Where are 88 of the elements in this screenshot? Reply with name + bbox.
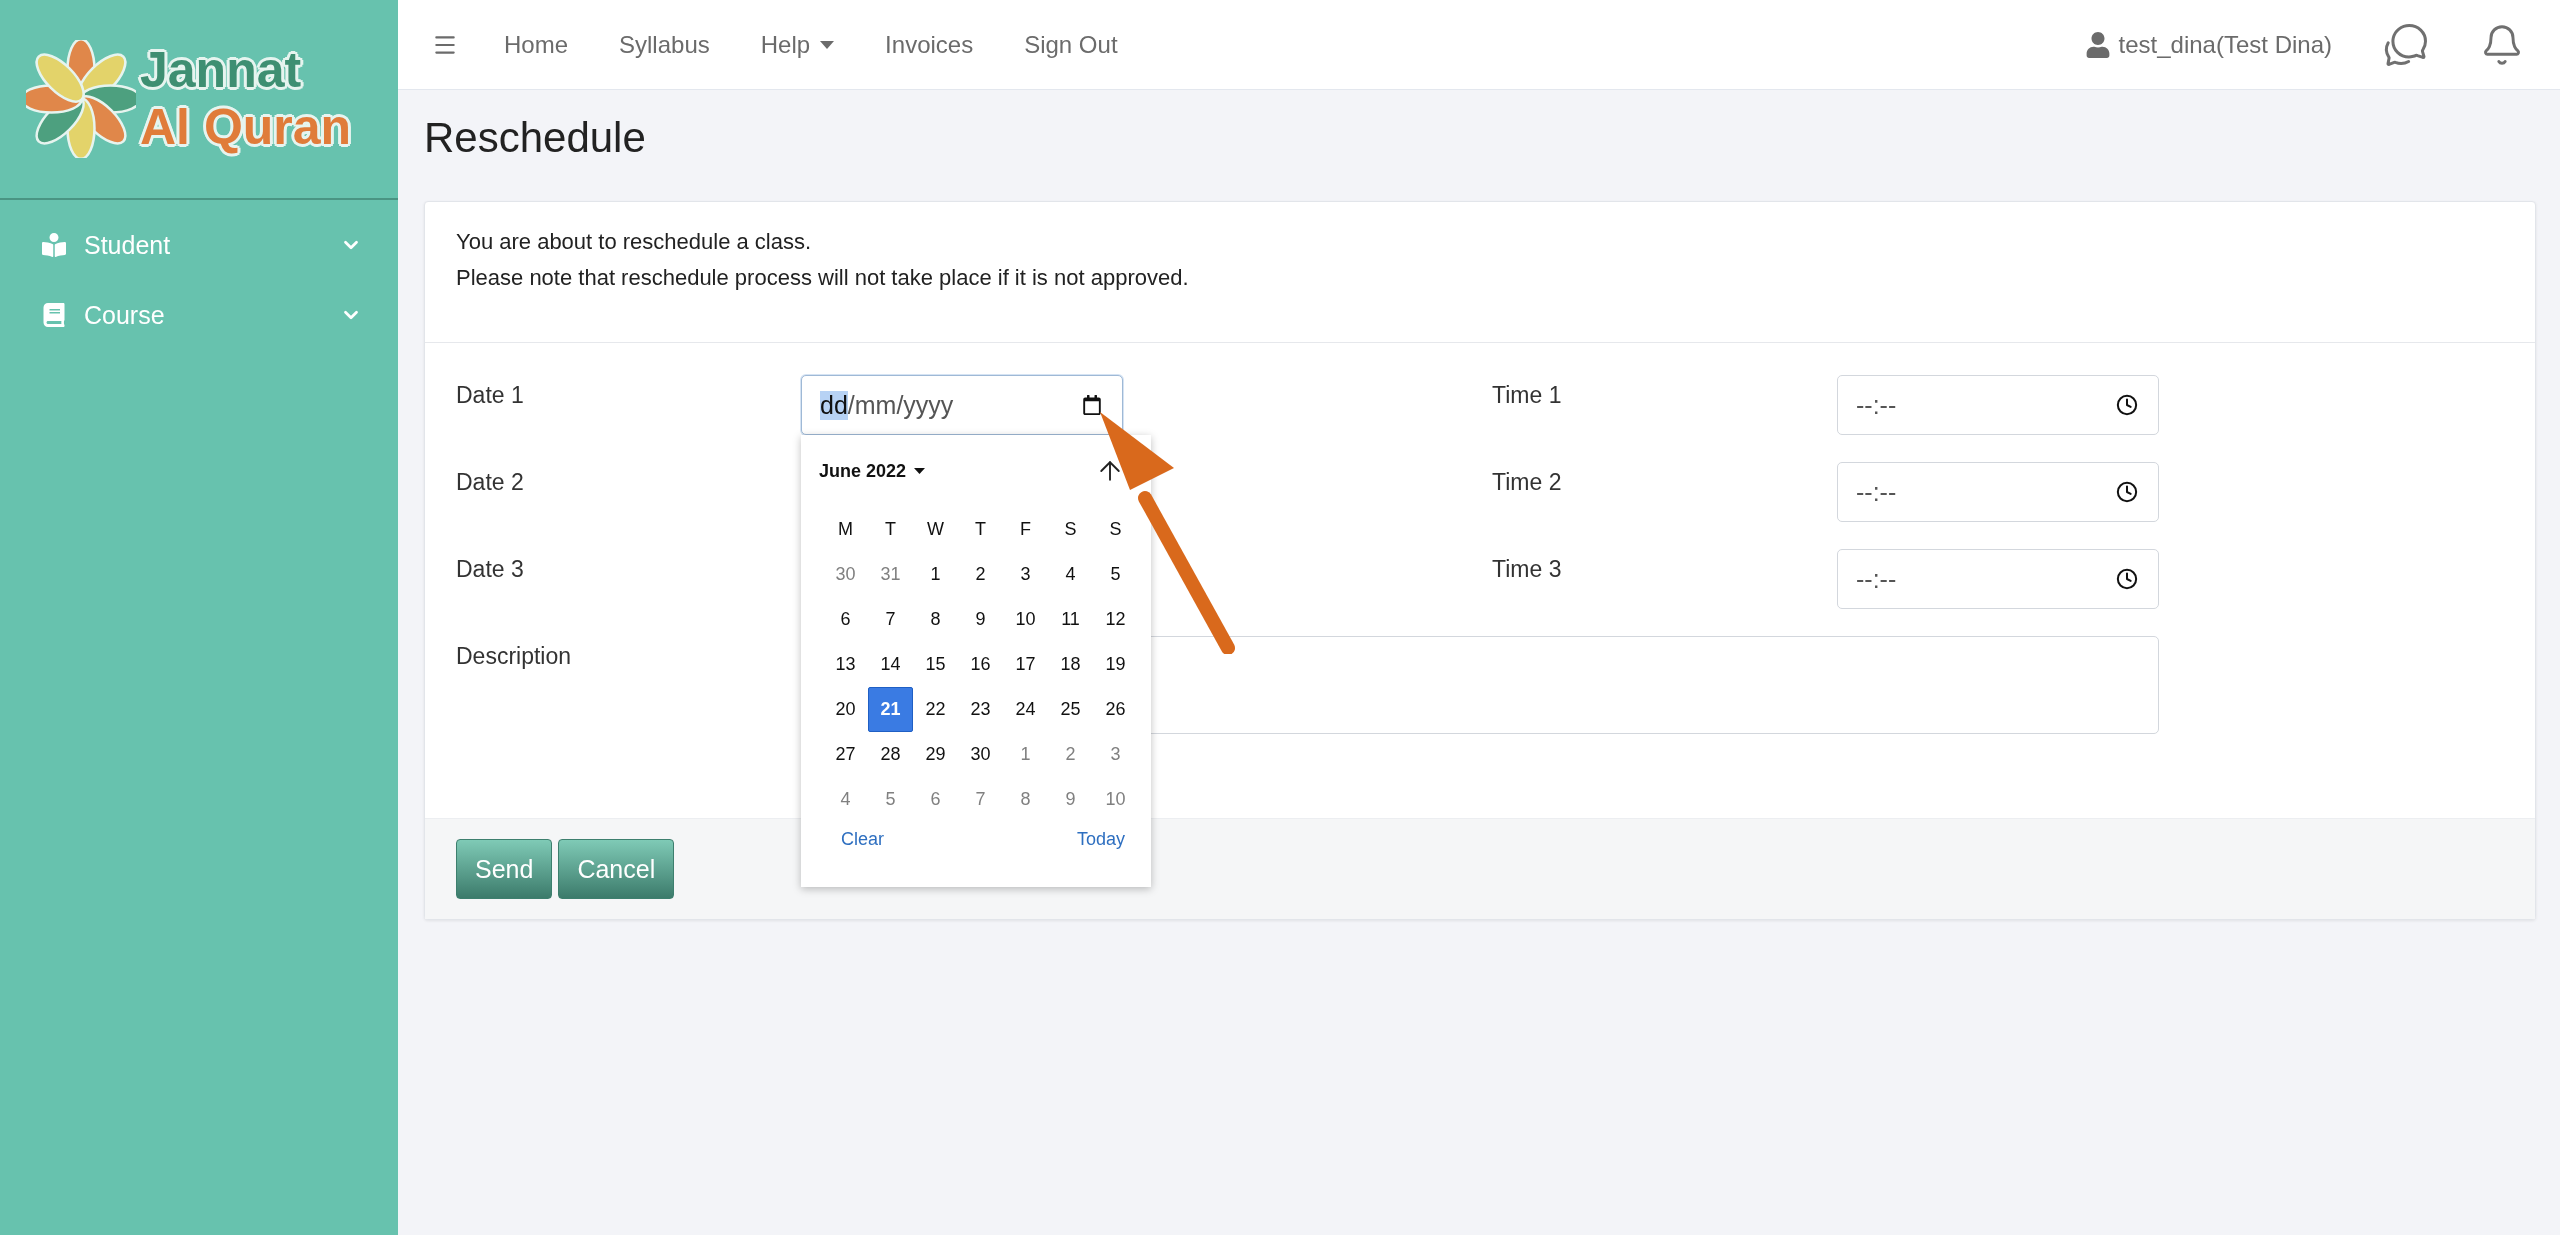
- calendar-day[interactable]: 16: [958, 642, 1003, 687]
- caret-icon: [914, 468, 926, 474]
- calendar-day[interactable]: 1: [913, 552, 958, 597]
- calendar-day[interactable]: 6: [823, 597, 868, 642]
- calendar-day[interactable]: 4: [1048, 552, 1093, 597]
- calendar-icon[interactable]: [1082, 395, 1102, 415]
- calendar-day[interactable]: 14: [868, 642, 913, 687]
- calendar-day[interactable]: 27: [823, 732, 868, 777]
- user-icon: [2084, 31, 2111, 58]
- logo-text: Jannat: [139, 41, 303, 99]
- calendar-day[interactable]: 11: [1048, 597, 1093, 642]
- calendar-day[interactable]: 9: [1048, 777, 1093, 822]
- calendar-day[interactable]: 10: [1003, 597, 1048, 642]
- calendar-day[interactable]: 30: [958, 732, 1003, 777]
- calendar-day[interactable]: 24: [1003, 687, 1048, 732]
- description-label: Description: [456, 642, 573, 670]
- nav-link[interactable]: Sign Out: [1024, 30, 1118, 59]
- page-title: Reschedule: [424, 113, 647, 163]
- date-field[interactable]: dd/mm/yyyy: [801, 375, 1123, 435]
- calendar-day[interactable]: 12: [1093, 597, 1138, 642]
- date-part-text: /mm/yyyy: [847, 390, 954, 420]
- calendar-day[interactable]: 28: [868, 732, 913, 777]
- date-label: Date 1: [456, 381, 525, 409]
- date-part-text: dd: [820, 390, 848, 420]
- calendar-day[interactable]: 13: [823, 642, 868, 687]
- intro-text: Please note that reschedule process will not take place if it is not approved.: [456, 264, 1190, 292]
- calendar-day[interactable]: 29: [913, 732, 958, 777]
- weekday-label: W: [926, 518, 945, 541]
- reader-icon: [42, 233, 66, 257]
- time-field[interactable]: --:--: [1837, 549, 2159, 609]
- calendar-day[interactable]: 15: [913, 642, 958, 687]
- calendar-day[interactable]: 2: [1048, 732, 1093, 777]
- time-label: Time 3: [1492, 555, 1563, 583]
- caret-icon: [820, 40, 835, 49]
- intro-text: You are about to reschedule a class.: [456, 228, 813, 256]
- calendar-day[interactable]: 4: [823, 777, 868, 822]
- calendar-day[interactable]: 7: [958, 777, 1003, 822]
- calendar-day[interactable]: 30: [823, 552, 868, 597]
- date-label: Date 2: [456, 468, 525, 496]
- logo-text: Al Quran: [139, 99, 353, 157]
- calendar-day[interactable]: 19: [1093, 642, 1138, 687]
- calendar-day[interactable]: 8: [1003, 777, 1048, 822]
- book-icon: [42, 303, 66, 327]
- user-link[interactable]: test_dina(Test Dina): [2084, 30, 2332, 59]
- calendar-day[interactable]: 3: [1003, 552, 1048, 597]
- calendar-day[interactable]: 2: [958, 552, 1003, 597]
- calendar-day[interactable]: 31: [868, 552, 913, 597]
- weekday-label: T: [884, 518, 897, 541]
- clock-icon: [2116, 394, 2138, 416]
- time-label: Time 1: [1492, 381, 1563, 409]
- month-selector[interactable]: June 2022: [819, 460, 926, 482]
- time-field[interactable]: --:--: [1837, 375, 2159, 435]
- calendar-link[interactable]: Clear: [841, 829, 884, 850]
- calendar-day[interactable]: 21: [868, 687, 913, 732]
- weekday-label: M: [837, 518, 854, 541]
- weekday-label: F: [1019, 518, 1032, 541]
- clock-icon: [2116, 481, 2138, 503]
- calendar-day[interactable]: 20: [823, 687, 868, 732]
- time-field[interactable]: --:--: [1837, 462, 2159, 522]
- clock-icon: [2116, 568, 2138, 590]
- weekday-label: T: [974, 518, 987, 541]
- calendar-day[interactable]: 1: [1003, 732, 1048, 777]
- calendar-link[interactable]: Today: [1076, 829, 1125, 850]
- sidebar-item-label: Course: [84, 300, 165, 330]
- weekday-label: S: [1063, 518, 1078, 541]
- nav-link[interactable]: Syllabus: [619, 30, 710, 59]
- calendar-day[interactable]: 10: [1093, 777, 1138, 822]
- sidebar-item-label: Student: [84, 230, 171, 260]
- calendar-day[interactable]: 26: [1093, 687, 1138, 732]
- weekday-label: S: [1108, 518, 1123, 541]
- calendar-day[interactable]: 8: [913, 597, 958, 642]
- calendar-day[interactable]: 25: [1048, 687, 1093, 732]
- calendar-day[interactable]: 5: [868, 777, 913, 822]
- calendar-day[interactable]: 22: [913, 687, 958, 732]
- nav-link[interactable]: Help: [760, 30, 835, 59]
- calendar-day[interactable]: 23: [958, 687, 1003, 732]
- calendar-day[interactable]: 5: [1093, 552, 1138, 597]
- calendar-day[interactable]: 7: [868, 597, 913, 642]
- calendar-day[interactable]: 9: [958, 597, 1003, 642]
- nav-link[interactable]: Invoices: [885, 30, 974, 59]
- date-label: Date 3: [456, 555, 525, 583]
- flower-logo-icon: [26, 40, 136, 158]
- calendar-day[interactable]: 18: [1048, 642, 1093, 687]
- time-label: Time 2: [1492, 468, 1563, 496]
- calendar-day[interactable]: 3: [1093, 732, 1138, 777]
- calendar-day[interactable]: 6: [913, 777, 958, 822]
- calendar-day[interactable]: 17: [1003, 642, 1048, 687]
- nav-link[interactable]: Home: [504, 30, 569, 59]
